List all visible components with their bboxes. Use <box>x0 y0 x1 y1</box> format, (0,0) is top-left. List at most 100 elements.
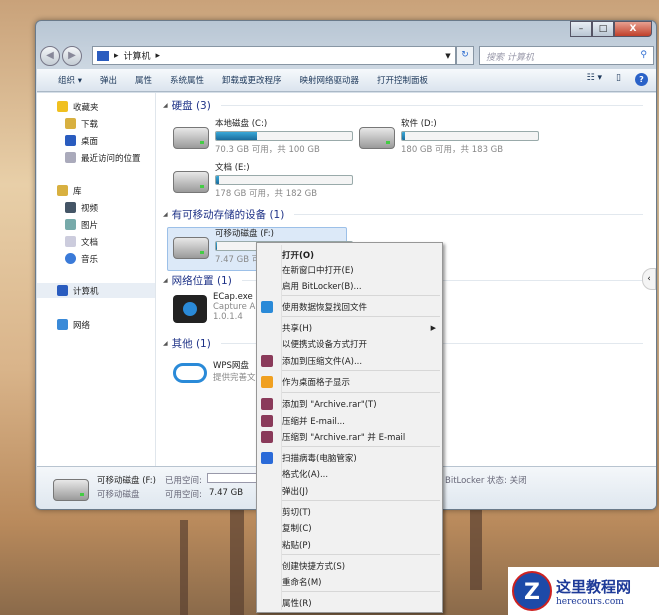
usb-drive-icon <box>173 237 209 259</box>
menu-item-scan-virus[interactable]: 扫描病毒(电脑管家) <box>257 450 442 466</box>
menu-item-properties[interactable]: 属性(R) <box>257 595 442 611</box>
collapse-arrow-icon[interactable]: ‹ <box>642 268 656 290</box>
menu-item-label: 属性(R) <box>282 599 312 609</box>
used-space-label: 已用空间: <box>165 476 202 486</box>
view-options-icon[interactable]: ☷ ▾ <box>587 73 602 86</box>
watermark-title: 这里教程网 <box>556 577 632 596</box>
winrar-icon <box>261 398 273 410</box>
menu-item-rename[interactable]: 重命名(M) <box>257 574 442 590</box>
computer-icon <box>57 285 68 296</box>
menu-item-label: 压缩并 E-mail... <box>282 417 345 427</box>
usage-bar <box>215 131 353 141</box>
sidebar-favorites[interactable]: 收藏夹 <box>57 99 99 114</box>
camera-icon <box>173 295 207 323</box>
sidebar-item-music[interactable]: 音乐 <box>65 251 98 266</box>
ecap-item[interactable]: ECap.exe Capture Ap 1.0.1.4 <box>173 292 261 323</box>
menu-item-label: 作为桌面格子显示 <box>282 378 351 388</box>
maximize-button[interactable]: □ <box>592 21 614 37</box>
close-button[interactable]: X <box>614 21 652 37</box>
address-bar[interactable]: ▸ 计算机 ▸ ▼ <box>92 46 456 65</box>
menu-item-data-recovery[interactable]: 使用数据恢复找回文件 <box>257 299 442 315</box>
sidebar-item-desktop[interactable]: 桌面 <box>65 133 98 148</box>
menu-item-show-as-desktop-grid[interactable]: 作为桌面格子显示 <box>257 374 442 390</box>
drive-icon <box>173 171 209 193</box>
minimize-button[interactable]: – <box>570 21 592 37</box>
eject-button[interactable]: 弹出 <box>91 74 126 86</box>
menu-item-label: 以便携式设备方式打开 <box>282 340 368 350</box>
menu-item-enable-bitlocker[interactable]: 启用 BitLocker(B)... <box>257 278 442 294</box>
navigation-pane: 收藏夹 下载 桌面 最近访问的位置 库 视频 图片 文档 音乐 计算机 网络 <box>37 93 156 466</box>
drive-size: 178 GB 可用，共 182 GB <box>215 189 318 199</box>
context-menu: 打开(O) 在新窗口中打开(E) 启用 BitLocker(B)... 使用数据恢复找… <box>256 242 443 613</box>
menu-item-compress-rar-and-email[interactable]: 压缩到 "Archive.rar" 并 E-mail <box>257 429 442 445</box>
open-control-panel-button[interactable]: 打开控制面板 <box>368 74 437 86</box>
menu-separator <box>282 316 440 317</box>
group-removable[interactable]: ◢ 有可移动存储的设备 (1) <box>163 207 643 222</box>
help-icon[interactable]: ? <box>635 73 648 86</box>
watermark-logo: Z 这里教程网 herecours.com <box>508 567 659 615</box>
drive-c[interactable]: 本地磁盘 (C:) 70.3 GB 可用，共 100 GB <box>173 117 353 155</box>
menu-item-label: 复制(C) <box>282 524 312 534</box>
menu-item-format[interactable]: 格式化(A)... <box>257 466 442 482</box>
sidebar-libraries[interactable]: 库 <box>57 183 82 198</box>
menu-item-open-new-window[interactable]: 在新窗口中打开(E) <box>257 262 442 278</box>
uninstall-button[interactable]: 卸载或更改程序 <box>213 74 291 86</box>
properties-button[interactable]: 属性 <box>126 74 161 86</box>
menu-item-paste[interactable]: 粘贴(P) <box>257 537 442 553</box>
usage-fill <box>216 242 218 250</box>
sidebar-computer[interactable]: 计算机 <box>37 283 155 298</box>
menu-item-compress-and-email[interactable]: 压缩并 E-mail... <box>257 413 442 429</box>
usage-bar <box>401 131 539 141</box>
preview-pane-icon[interactable]: ▯ <box>616 73 621 86</box>
label: 库 <box>73 186 82 197</box>
menu-item-copy[interactable]: 复制(C) <box>257 520 442 536</box>
menu-item-label: 弹出(J) <box>282 487 309 497</box>
group-hard-drives[interactable]: ◢ 硬盘 (3) <box>163 98 643 113</box>
menu-item-label: 添加到 "Archive.rar"(T) <box>282 400 377 410</box>
search-input[interactable]: 搜索 计算机 ⚲ <box>479 46 654 65</box>
free-space-label: 可用空间: <box>165 490 202 500</box>
system-properties-button[interactable]: 系统属性 <box>161 74 213 86</box>
menu-item-share[interactable]: 共享(H) ▶ <box>257 320 442 336</box>
usage-fill <box>216 132 257 140</box>
menu-item-open-as-portable[interactable]: 以便携式设备方式打开 <box>257 336 442 352</box>
menu-separator <box>282 554 440 555</box>
menu-item-add-to-archive[interactable]: 添加到压缩文件(A)... <box>257 353 442 369</box>
menu-item-label: 扫描病毒(电脑管家) <box>282 454 357 464</box>
menu-item-cut[interactable]: 剪切(T) <box>257 504 442 520</box>
network-icon <box>57 319 68 330</box>
menu-item-add-to-archive-rar[interactable]: 添加到 "Archive.rar"(T) <box>257 396 442 412</box>
menu-item-open[interactable]: 打开(O) <box>257 247 442 263</box>
label: 计算机 <box>73 286 99 297</box>
sidebar-item-documents[interactable]: 文档 <box>65 234 98 249</box>
sidebar-item-downloads[interactable]: 下载 <box>65 116 98 131</box>
drive-e[interactable]: 文档 (E:) 178 GB 可用，共 182 GB <box>173 161 353 199</box>
menu-item-label: 格式化(A)... <box>282 470 329 480</box>
recent-places-icon <box>65 152 76 163</box>
search-placeholder: 搜索 计算机 <box>486 53 534 63</box>
menu-item-create-shortcut[interactable]: 创建快捷方式(S) <box>257 558 442 574</box>
menu-separator <box>282 370 440 371</box>
sidebar-item-recent[interactable]: 最近访问的位置 <box>65 150 141 165</box>
drive-size: 70.3 GB 可用，共 100 GB <box>215 145 320 155</box>
menu-item-label: 打开(O) <box>282 251 314 261</box>
sidebar-item-pictures[interactable]: 图片 <box>65 217 98 232</box>
label: 音乐 <box>81 254 99 265</box>
menu-item-eject[interactable]: 弹出(J) <box>257 483 442 499</box>
sidebar-item-videos[interactable]: 视频 <box>65 200 98 215</box>
back-button[interactable]: ◀ <box>40 46 60 66</box>
group-title: 网络位置 (1) <box>171 275 232 287</box>
forward-button[interactable]: ▶ <box>62 46 82 66</box>
cloud-icon <box>173 363 207 383</box>
command-bar: 组织 ▾ 弹出 属性 系统属性 卸载或更改程序 映射网络驱动器 打开控制面板 ☷… <box>37 69 656 92</box>
wps-cloud-item[interactable]: WPS网盘 提供完善文 <box>173 359 256 383</box>
chevron-down-icon[interactable]: ▼ <box>441 52 455 60</box>
refresh-button[interactable]: ↻ <box>456 46 474 65</box>
drive-name: 可移动磁盘 (F:) <box>215 229 274 239</box>
sidebar-network[interactable]: 网络 <box>57 317 90 332</box>
map-network-drive-button[interactable]: 映射网络驱动器 <box>291 74 369 86</box>
organize-button[interactable]: 组织 ▾ <box>49 74 91 86</box>
breadcrumb-computer[interactable]: 计算机 <box>124 49 151 62</box>
drive-d[interactable]: 软件 (D:) 180 GB 可用，共 183 GB <box>359 117 539 155</box>
item-desc: Capture Ap <box>213 302 261 312</box>
